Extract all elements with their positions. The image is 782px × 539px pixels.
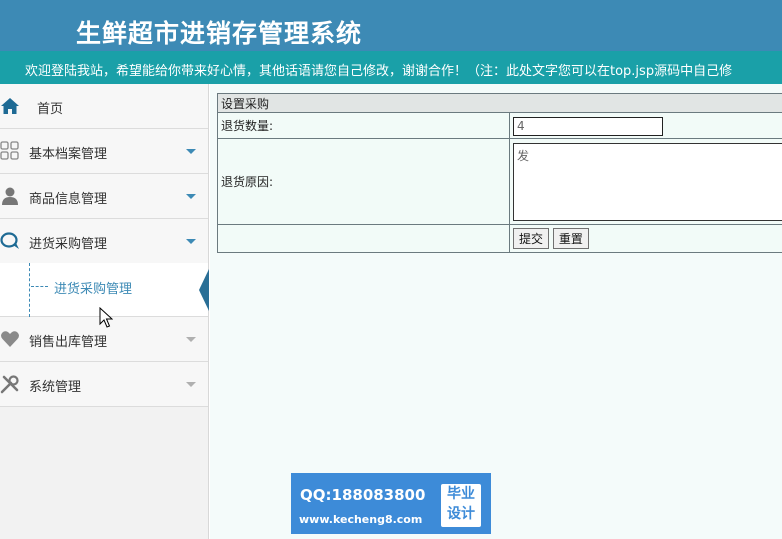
sidebar-item-label: 系统管理: [29, 380, 82, 395]
header-bar: 生鲜超市进销存管理系统: [0, 0, 782, 51]
submit-button[interactable]: 提交: [513, 228, 550, 249]
sidebar-item-label: 进货采购管理: [29, 237, 108, 252]
user-icon: [2, 187, 18, 205]
chat-bubbles-icon: [0, 232, 19, 249]
chevron-down-icon: [186, 239, 196, 244]
mouse-cursor-icon: [99, 307, 113, 328]
reset-button[interactable]: 重置: [552, 228, 589, 249]
sidebar-item-product-info[interactable]: 商品信息管理: [0, 174, 208, 219]
tree-line: [29, 263, 30, 317]
active-indicator-icon: [199, 269, 209, 311]
heart-icon: [1, 331, 19, 347]
purchase-return-form: 设置采购 退货数量: 退货原因: 发 提交 重置: [217, 93, 782, 253]
marquee-bar: 欢迎登陆我站，希望能给你带来好心情，其他话语请您自己修改，谢谢合作！（注：此处文…: [0, 51, 782, 84]
actions-spacer: [217, 224, 510, 253]
home-icon: [1, 98, 19, 114]
qty-label: 退货数量:: [217, 112, 510, 139]
qty-input[interactable]: [513, 116, 663, 136]
sidebar-item-system[interactable]: 系统管理: [0, 362, 208, 407]
app-title: 生鲜超市进销存管理系统: [76, 19, 363, 48]
watermark-badge-line1: 毕业: [447, 486, 475, 502]
sidebar-item-label: 首页: [37, 102, 64, 117]
watermark-url: www.kecheng8.com: [299, 513, 423, 526]
watermark-qq: QQ:188083800: [300, 486, 426, 504]
sidebar-item-label: 商品信息管理: [29, 192, 108, 207]
watermark-banner: QQ:188083800 www.kecheng8.com 毕业 设计: [291, 473, 491, 534]
sidebar-item-purchase[interactable]: 进货采购管理: [0, 219, 208, 264]
sidebar-item-label: 销售出库管理: [29, 335, 108, 350]
chevron-down-icon: [186, 194, 196, 199]
chevron-down-icon: [186, 337, 196, 342]
grid-icon: [0, 141, 19, 160]
form-title: 设置采购: [217, 93, 782, 113]
tools-icon: [0, 375, 19, 394]
sidebar-subitem-label: 进货采购管理: [54, 282, 133, 297]
watermark-badge: 毕业 设计: [441, 484, 481, 527]
actions-cell: 提交 重置: [509, 224, 782, 253]
chevron-down-icon: [186, 382, 196, 387]
watermark-badge-line2: 设计: [447, 506, 475, 522]
marquee-text: 欢迎登陆我站，希望能给你带来好心情，其他话语请您自己修改，谢谢合作！（注：此处文…: [25, 64, 733, 79]
tree-branch: [31, 286, 48, 287]
qty-cell: [509, 112, 782, 139]
sidebar-item-basic-archive[interactable]: 基本档案管理: [0, 129, 208, 174]
sidebar-item-home[interactable]: 首页: [0, 84, 208, 129]
reason-label: 退货原因:: [217, 138, 510, 225]
chevron-down-icon: [186, 149, 196, 154]
reason-cell: 发: [509, 138, 782, 225]
reason-textarea[interactable]: 发: [513, 142, 782, 221]
sidebar-item-label: 基本档案管理: [29, 147, 108, 162]
